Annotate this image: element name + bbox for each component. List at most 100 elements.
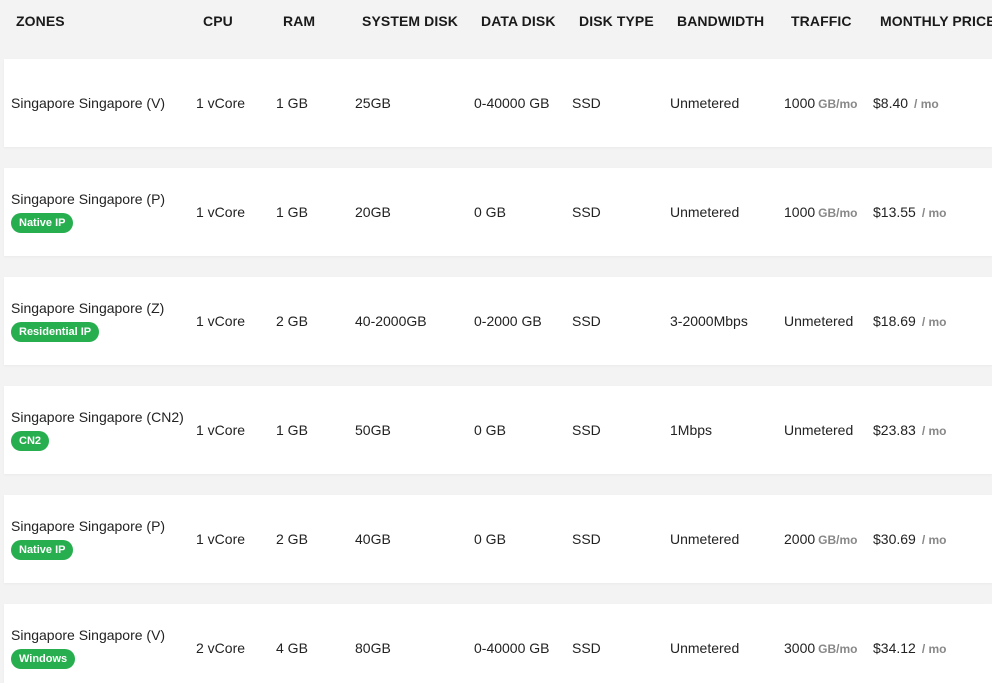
zone-cell: Singapore Singapore (CN2) CN2 xyxy=(11,409,184,451)
disk-type-value: SSD xyxy=(572,422,601,438)
traffic-value: 3000 xyxy=(784,640,816,656)
cpu-value: 2 vCore xyxy=(196,640,246,656)
bandwidth-value: 3-2000Mbps xyxy=(670,313,748,329)
traffic-unit: GB/mo xyxy=(818,642,858,656)
ram-value: 2 GB xyxy=(276,313,308,329)
table-header: ZONES CPU RAM SYSTEM DISK DATA DISK DISK… xyxy=(0,0,992,44)
disk-type-value: SSD xyxy=(572,95,601,111)
header-disk-type: DISK TYPE xyxy=(579,13,654,29)
traffic-cell: 3000 GB/mo xyxy=(784,640,858,656)
system-disk-value: 20GB xyxy=(355,204,391,220)
data-disk-value: 0 GB xyxy=(474,422,506,438)
table-row[interactable]: Singapore Singapore (V) 1 vCore 1 GB 25G… xyxy=(4,59,992,147)
traffic-value: Unmetered xyxy=(784,422,854,438)
system-disk-value: 50GB xyxy=(355,422,391,438)
table-body: Singapore Singapore (V) 1 vCore 1 GB 25G… xyxy=(4,59,992,683)
price-unit: / mo xyxy=(921,315,947,329)
price-value: $13.55 xyxy=(873,204,916,220)
header-cpu: CPU xyxy=(203,13,233,29)
traffic-unit: GB/mo xyxy=(818,97,858,111)
header-traffic: TRAFFIC xyxy=(791,13,852,29)
cpu-value: 1 vCore xyxy=(196,204,246,220)
system-disk-value: 40-2000GB xyxy=(355,313,427,329)
price-cell: $30.69 / mo xyxy=(873,531,947,547)
cpu-value: 1 vCore xyxy=(196,531,246,547)
price-value: $30.69 xyxy=(873,531,916,547)
header-system-disk: SYSTEM DISK xyxy=(362,13,459,29)
disk-type-value: SSD xyxy=(572,313,601,329)
zone-name: Singapore Singapore (V) xyxy=(11,95,166,111)
price-cell: $34.12 / mo xyxy=(873,640,947,656)
ram-value: 1 GB xyxy=(276,204,308,220)
table-row[interactable]: Singapore Singapore (P) Native IP 1 vCor… xyxy=(4,495,992,583)
system-disk-value: 80GB xyxy=(355,640,391,656)
cpu-value: 1 vCore xyxy=(196,95,246,111)
price-cell: $13.55 / mo xyxy=(873,204,947,220)
zone-cell: Singapore Singapore (P) Native IP xyxy=(11,191,165,233)
table-row[interactable]: Singapore Singapore (Z) Residential IP 1… xyxy=(4,277,992,365)
zone-cell: Singapore Singapore (Z) Residential IP xyxy=(11,300,164,342)
zone-badge: Native IP xyxy=(11,213,74,233)
bandwidth-value: Unmetered xyxy=(670,95,740,111)
bandwidth-value: 1Mbps xyxy=(670,422,713,438)
ram-value: 1 GB xyxy=(276,95,308,111)
zone-badge: Windows xyxy=(11,649,76,669)
traffic-cell: 1000 GB/mo xyxy=(784,95,858,111)
traffic-cell: Unmetered xyxy=(784,313,856,329)
header-monthly-price: MONTHLY PRICE xyxy=(880,13,992,29)
traffic-value: 1000 xyxy=(784,95,816,111)
zone-name: Singapore Singapore (V) xyxy=(11,627,166,643)
data-disk-value: 0-40000 GB xyxy=(474,95,550,111)
zone-name: Singapore Singapore (CN2) xyxy=(11,409,184,425)
price-cell: $23.83 / mo xyxy=(873,422,947,438)
traffic-unit: GB/mo xyxy=(818,533,858,547)
bandwidth-value: Unmetered xyxy=(670,640,740,656)
traffic-cell: 1000 GB/mo xyxy=(784,204,858,220)
price-value: $23.83 xyxy=(873,422,916,438)
price-unit: / mo xyxy=(921,206,947,220)
pricing-table: ZONES CPU RAM SYSTEM DISK DATA DISK DISK… xyxy=(0,0,992,683)
bandwidth-value: Unmetered xyxy=(670,204,740,220)
price-value: $34.12 xyxy=(873,640,916,656)
table-row[interactable]: Singapore Singapore (P) Native IP 1 vCor… xyxy=(4,168,992,256)
header-data-disk: DATA DISK xyxy=(481,13,556,29)
price-unit: / mo xyxy=(921,424,947,438)
price-value: $8.40 xyxy=(873,95,909,111)
cpu-value: 1 vCore xyxy=(196,422,246,438)
price-cell: $8.40 / mo xyxy=(873,95,939,111)
system-disk-value: 40GB xyxy=(355,531,391,547)
ram-value: 2 GB xyxy=(276,531,308,547)
header-ram: RAM xyxy=(283,13,316,29)
zone-badge: Residential IP xyxy=(11,322,100,342)
zone-cell: Singapore Singapore (V) xyxy=(11,95,165,111)
traffic-value: 1000 xyxy=(784,204,816,220)
price-unit: / mo xyxy=(921,533,947,547)
data-disk-value: 0 GB xyxy=(474,204,506,220)
disk-type-value: SSD xyxy=(572,640,601,656)
traffic-value: 2000 xyxy=(784,531,816,547)
system-disk-value: 25GB xyxy=(355,95,391,111)
zone-badge: Native IP xyxy=(11,540,74,560)
data-disk-value: 0-40000 GB xyxy=(474,640,550,656)
ram-value: 4 GB xyxy=(276,640,308,656)
traffic-cell: Unmetered xyxy=(784,422,856,438)
data-disk-value: 0 GB xyxy=(474,531,506,547)
zone-name: Singapore Singapore (P) xyxy=(11,518,166,534)
cpu-value: 1 vCore xyxy=(196,313,246,329)
price-value: $18.69 xyxy=(873,313,916,329)
table-row[interactable]: Singapore Singapore (CN2) CN2 1 vCore 1 … xyxy=(4,386,992,474)
price-unit: / mo xyxy=(921,642,947,656)
ram-value: 1 GB xyxy=(276,422,308,438)
traffic-value: Unmetered xyxy=(784,313,854,329)
traffic-cell: 2000 GB/mo xyxy=(784,531,858,547)
bandwidth-value: Unmetered xyxy=(670,531,740,547)
disk-type-value: SSD xyxy=(572,204,601,220)
price-cell: $18.69 / mo xyxy=(873,313,947,329)
disk-type-value: SSD xyxy=(572,531,601,547)
traffic-unit: GB/mo xyxy=(818,206,858,220)
data-disk-value: 0-2000 GB xyxy=(474,313,542,329)
zone-cell: Singapore Singapore (P) Native IP xyxy=(11,518,165,560)
zone-name: Singapore Singapore (P) xyxy=(11,191,166,207)
table-row[interactable]: Singapore Singapore (V) Windows 2 vCore … xyxy=(4,604,992,683)
price-unit: / mo xyxy=(914,97,939,111)
